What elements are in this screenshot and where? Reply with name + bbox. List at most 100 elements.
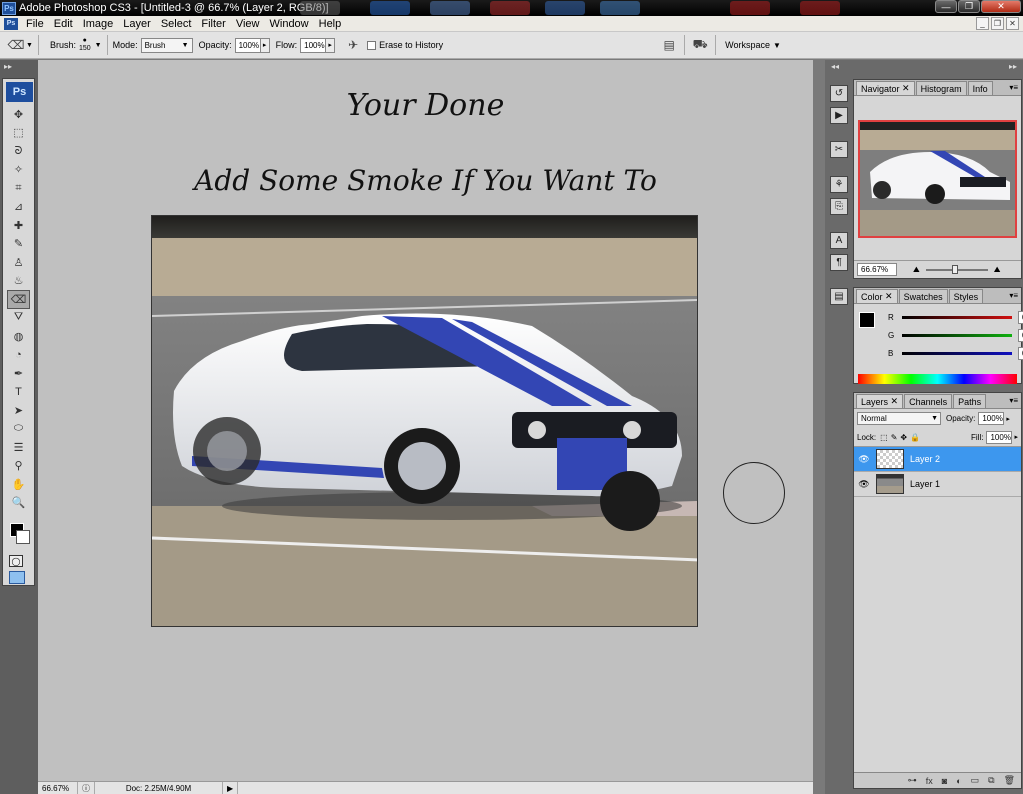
visibility-eye-icon[interactable]: 👁 xyxy=(854,479,874,490)
channel-slider[interactable] xyxy=(902,333,1012,337)
menu-select[interactable]: Select xyxy=(157,18,198,30)
erase-to-history-checkbox[interactable] xyxy=(367,40,377,50)
color-spectrum[interactable] xyxy=(858,374,1017,384)
menu-view[interactable]: View xyxy=(232,18,266,30)
clone-source-icon[interactable]: ⎘ xyxy=(830,198,848,215)
layer-row-layer-2[interactable]: 👁 Layer 2 xyxy=(854,447,1021,472)
opacity-input[interactable]: 100% xyxy=(234,37,261,53)
lock-all-icon[interactable]: 🔒 xyxy=(910,433,920,442)
zoom-out-icon[interactable]: ⛰ xyxy=(913,265,920,275)
tab-histogram[interactable]: Histogram xyxy=(915,81,967,95)
dodge-icon[interactable]: ◔ xyxy=(3,346,34,365)
collapse-arrows-icon[interactable]: ▸▸ xyxy=(0,60,38,73)
fill-input[interactable]: 100% xyxy=(986,430,1013,444)
tab-color[interactable]: Color ✕ xyxy=(856,289,898,303)
dock-arrows-icon[interactable]: ◂◂ xyxy=(825,60,852,73)
menu-filter[interactable]: Filter xyxy=(197,18,231,30)
doc-minimize-icon[interactable]: _ xyxy=(976,17,989,30)
hand-icon[interactable]: ✋ xyxy=(3,475,34,494)
channel-value-input[interactable]: 0 xyxy=(1018,346,1023,360)
adjustment-layer-icon[interactable]: ◐ xyxy=(956,776,961,786)
panels-collapse-icon[interactable]: ▸▸ xyxy=(852,60,1023,73)
opacity-arrow-icon[interactable]: ▸ xyxy=(1006,415,1010,423)
link-layers-icon[interactable]: ⊶ xyxy=(908,775,917,786)
blend-mode-select[interactable]: Normal ▼ xyxy=(857,412,941,425)
quick-mask-icon[interactable]: ◯ xyxy=(9,555,23,567)
chevron-down-icon[interactable]: ▼ xyxy=(95,42,102,49)
clone-stamp-icon[interactable]: ♙ xyxy=(3,253,34,272)
fill-arrow-icon[interactable]: ▸ xyxy=(1014,433,1018,441)
minimize-icon[interactable]: — xyxy=(935,0,957,13)
flow-arrow-icon[interactable]: ▸ xyxy=(326,37,336,53)
tab-paths[interactable]: Paths xyxy=(953,394,987,408)
magic-wand-icon[interactable]: ✧ xyxy=(3,161,34,180)
menu-window[interactable]: Window xyxy=(266,18,315,30)
paragraph-icon[interactable]: ¶ xyxy=(830,254,848,271)
trash-icon[interactable]: 🗑 xyxy=(1004,775,1015,786)
tab-styles[interactable]: Styles xyxy=(948,289,984,303)
flow-input[interactable]: 100% xyxy=(300,37,327,53)
lasso-icon[interactable]: ᘐ xyxy=(3,142,34,161)
doc-close-icon[interactable]: ✕ xyxy=(1006,17,1019,30)
status-info-icon[interactable]: ⓘ xyxy=(78,782,95,794)
lock-position-icon[interactable]: ✥ xyxy=(900,433,907,442)
zoom-slider[interactable] xyxy=(925,264,988,274)
healing-brush-icon[interactable]: ✚ xyxy=(3,216,34,235)
tab-channels[interactable]: Channels xyxy=(904,394,953,408)
history-brush-icon[interactable]: ♨ xyxy=(3,272,34,291)
tab-close-icon[interactable]: ✕ xyxy=(891,396,899,407)
history-icon[interactable]: ↺ xyxy=(830,85,848,102)
opacity-arrow-icon[interactable]: ▸ xyxy=(260,37,270,53)
menu-image[interactable]: Image xyxy=(79,18,120,30)
channel-slider[interactable] xyxy=(902,315,1012,319)
close-icon[interactable]: ✕ xyxy=(981,0,1021,13)
bridge-icon[interactable]: ⛟ xyxy=(690,36,710,54)
tab-close-icon[interactable]: ✕ xyxy=(885,291,893,302)
crop-icon[interactable]: ⌗ xyxy=(3,179,34,198)
brushes-icon[interactable]: ⚘ xyxy=(830,176,848,193)
zoom-icon[interactable]: 🔍 xyxy=(3,494,34,513)
panel-menu-icon[interactable]: ▾≡ xyxy=(1009,396,1018,405)
menu-help[interactable]: Help xyxy=(315,18,348,30)
navigator-preview[interactable] xyxy=(858,120,1017,238)
tool-presets-icon[interactable]: ✂ xyxy=(830,141,848,158)
tab-info[interactable]: Info xyxy=(967,81,993,95)
fx-icon[interactable]: fx xyxy=(926,776,933,786)
notes-icon[interactable]: ☰ xyxy=(3,438,34,457)
tab-swatches[interactable]: Swatches xyxy=(898,289,948,303)
tab-navigator[interactable]: Navigator ✕ xyxy=(856,81,915,95)
lock-image-icon[interactable]: ✎ xyxy=(891,433,898,442)
zoom-slider-thumb[interactable] xyxy=(951,264,958,274)
workspace-button[interactable]: Workspace xyxy=(725,40,770,50)
menu-edit[interactable]: Edit xyxy=(50,18,79,30)
visibility-eye-icon[interactable]: 👁 xyxy=(854,454,874,465)
add-mask-icon[interactable]: ◙ xyxy=(942,776,947,786)
tab-layers[interactable]: Layers ✕ xyxy=(856,394,904,408)
eyedropper-icon[interactable]: ⚲ xyxy=(3,457,34,476)
navigator-zoom-input[interactable]: 66.67% xyxy=(857,263,897,276)
chevron-down-icon[interactable]: ▼ xyxy=(773,41,781,50)
zoom-readout[interactable]: 66.67% xyxy=(38,782,78,794)
status-arrow-icon[interactable]: ▶ xyxy=(223,782,239,794)
actions-icon[interactable]: ▶ xyxy=(830,107,848,124)
channel-value-input[interactable]: 0 xyxy=(1018,310,1023,324)
brush-icon[interactable]: ✎ xyxy=(3,235,34,254)
move-icon[interactable]: ✥ xyxy=(3,105,34,124)
character-icon[interactable]: A xyxy=(830,232,848,249)
channel-slider[interactable] xyxy=(902,351,1012,355)
zoom-in-icon[interactable]: ⛰ xyxy=(994,265,1001,275)
background-color-swatch[interactable] xyxy=(16,530,30,544)
menu-layer[interactable]: Layer xyxy=(119,18,157,30)
shape-icon[interactable]: ⬭ xyxy=(3,420,34,439)
tab-close-icon[interactable]: ✕ xyxy=(902,83,910,94)
mode-select[interactable]: Brush ▼ xyxy=(140,37,193,53)
slice-icon[interactable]: ⊿ xyxy=(3,198,34,217)
paint-bucket-icon[interactable]: ⛛ xyxy=(3,309,34,328)
brush-picker[interactable]: ● 150 xyxy=(79,37,91,53)
ps-menu-icon[interactable]: Ps xyxy=(4,17,18,30)
panel-menu-icon[interactable]: ▾≡ xyxy=(1009,291,1018,300)
pen-icon[interactable]: ✒ xyxy=(3,364,34,383)
layer-opacity-input[interactable]: 100% xyxy=(978,412,1005,425)
chevron-down-icon[interactable]: ▼ xyxy=(26,42,33,49)
blur-icon[interactable]: ◍ xyxy=(3,327,34,346)
